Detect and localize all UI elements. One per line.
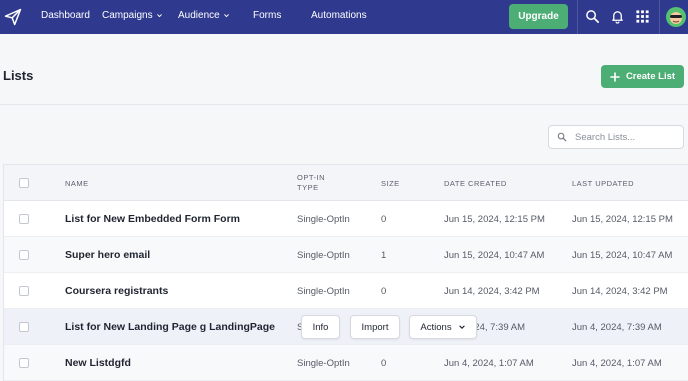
apps-grid-icon[interactable] (635, 9, 650, 24)
list-name[interactable]: Super hero email (65, 249, 150, 261)
bell-icon[interactable] (610, 9, 625, 24)
date-created: Jun 4, 2024, 1:07 AM (444, 358, 534, 369)
user-avatar[interactable] (666, 7, 686, 27)
optin-type: Single-OptIn (297, 250, 350, 261)
column-header-optin-line1: OPT-IN (297, 173, 326, 182)
avatar-face-icon (670, 12, 682, 24)
last-updated: Jun 15, 2024, 10:47 AM (572, 250, 673, 261)
column-header-last-updated[interactable]: LAST UPDATED (572, 179, 634, 189)
search-icon (557, 132, 567, 142)
column-header-date-created[interactable]: DATE CREATED (444, 179, 507, 189)
optin-type: Single-OptIn (297, 358, 350, 369)
nav-divider (659, 0, 660, 34)
optin-type: Single-OptIn (297, 214, 350, 225)
row-checkbox[interactable] (19, 250, 29, 260)
nav-dashboard-label: Dashboard (41, 10, 90, 21)
last-updated: Jun 14, 2024, 3:42 PM (572, 286, 668, 297)
table-header: NAME OPT-IN TYPE SIZE DATE CREATED LAST … (4, 165, 688, 201)
row-checkbox[interactable] (19, 214, 29, 224)
list-size: 1 (381, 250, 387, 261)
list-size: 0 (381, 358, 387, 369)
nav-automations-label: Automations (311, 10, 367, 21)
column-header-optin[interactable]: OPT-IN TYPE (297, 173, 325, 193)
nav-campaigns-label: Campaigns (102, 10, 153, 21)
list-size: 0 (381, 214, 387, 225)
page-title: Lists (3, 68, 34, 83)
header-divider (0, 104, 688, 105)
nav-forms[interactable]: Forms (253, 10, 281, 21)
row-checkbox[interactable] (19, 358, 29, 368)
nav-automations[interactable]: Automations (311, 10, 367, 21)
chevron-down-icon (156, 14, 162, 18)
row-checkbox[interactable] (19, 322, 29, 332)
import-button-label: Import (361, 321, 389, 333)
table-row[interactable]: Super hero email Single-OptIn 1 Jun 15, … (4, 237, 688, 273)
select-all-checkbox[interactable] (19, 178, 29, 188)
last-updated: Jun 4, 2024, 7:39 AM (572, 322, 662, 333)
row-checkbox[interactable] (19, 286, 29, 296)
column-header-name[interactable]: NAME (65, 179, 89, 189)
chevron-down-icon (458, 325, 465, 329)
table-row[interactable]: New Listdgfd Single-OptIn 0 Jun 4, 2024,… (4, 345, 688, 381)
list-name[interactable]: List for New Embedded Form Form (65, 213, 240, 225)
search-icon[interactable] (585, 9, 600, 24)
list-name[interactable]: Coursera registrants (65, 285, 168, 297)
nav-audience[interactable]: Audience (178, 10, 230, 21)
nav-campaigns[interactable]: Campaigns (102, 10, 163, 21)
date-created: Jun 15, 2024, 12:15 PM (444, 214, 545, 225)
optin-type: Single-OptIn (297, 286, 350, 297)
column-header-optin-line2: TYPE (297, 183, 319, 192)
search-input[interactable] (575, 131, 675, 143)
last-updated: Jun 15, 2024, 12:15 PM (572, 214, 673, 225)
list-name[interactable]: List for New Landing Page g LandingPage (65, 321, 275, 333)
lists-table: NAME OPT-IN TYPE SIZE DATE CREATED LAST … (3, 164, 688, 381)
actions-dropdown-button[interactable]: Actions (409, 315, 477, 339)
search-box[interactable] (548, 125, 684, 149)
plus-icon (610, 71, 620, 82)
date-created: Jun 14, 2024, 3:42 PM (444, 286, 540, 297)
upgrade-button[interactable]: Upgrade (509, 4, 568, 29)
nav-forms-label: Forms (253, 10, 282, 21)
last-updated: Jun 4, 2024, 1:07 AM (572, 358, 662, 369)
chevron-down-icon (223, 14, 229, 18)
top-nav: Dashboard Campaigns Audience Forms Autom… (0, 0, 688, 34)
table-row[interactable]: List for New Embedded Form Form Single-O… (4, 201, 688, 237)
actions-button-label: Actions (420, 321, 452, 333)
table-row[interactable]: Coursera registrants Single-OptIn 0 Jun … (4, 273, 688, 309)
create-list-label: Create List (625, 71, 676, 82)
nav-dashboard[interactable]: Dashboard (41, 10, 90, 21)
nav-audience-label: Audience (178, 10, 220, 21)
column-header-size[interactable]: SIZE (381, 179, 400, 189)
info-button-label: Info (312, 321, 329, 333)
list-name[interactable]: New Listdgfd (65, 357, 131, 369)
info-button[interactable]: Info (301, 315, 340, 339)
table-row[interactable]: List for New Landing Page g LandingPage … (4, 309, 688, 345)
create-list-button[interactable]: Create List (601, 65, 684, 88)
date-created: 024, 7:39 AM (469, 322, 525, 333)
paper-plane-logo-icon[interactable] (3, 7, 23, 27)
list-size: 0 (381, 286, 387, 297)
date-created: Jun 15, 2024, 10:47 AM (444, 250, 545, 261)
nav-divider (577, 0, 578, 34)
import-button[interactable]: Import (350, 315, 400, 339)
